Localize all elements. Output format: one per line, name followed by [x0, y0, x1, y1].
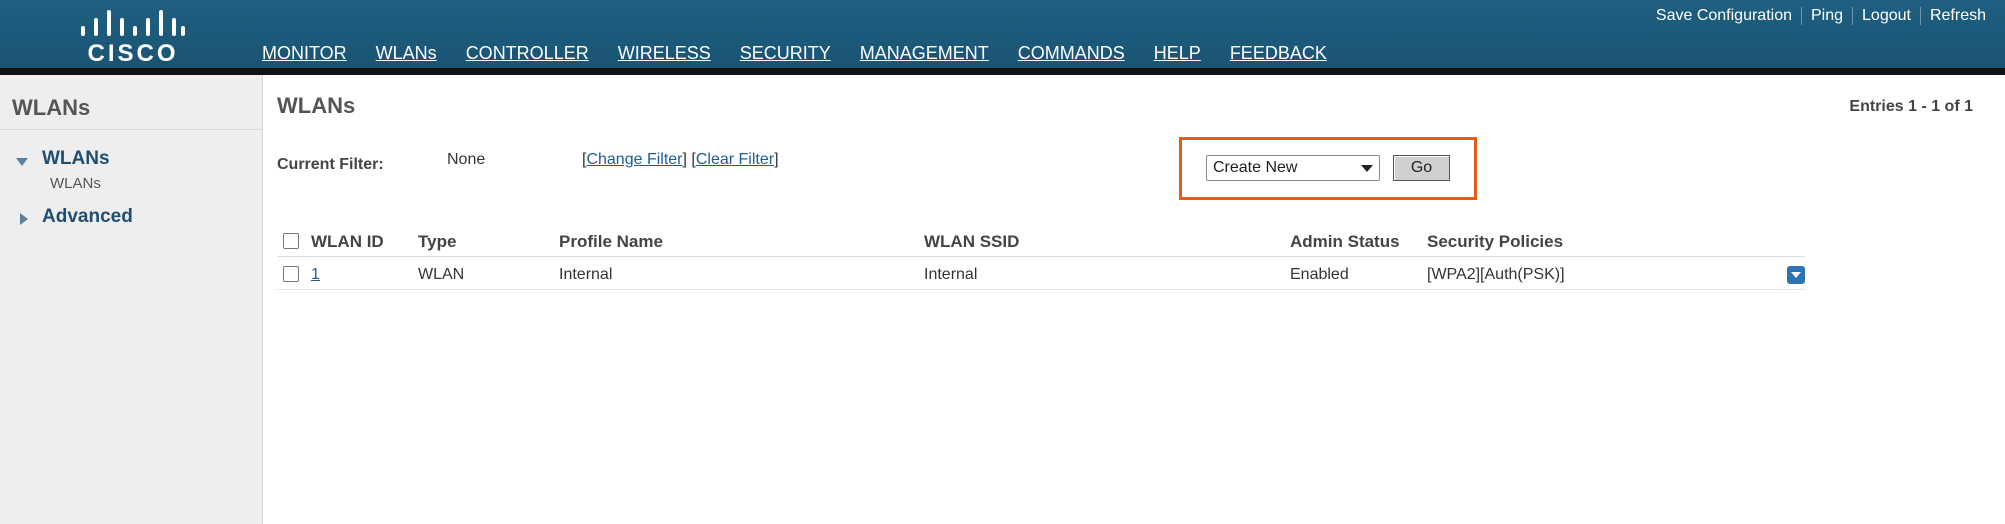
sidebar-subitem-wlans[interactable]: WLANs	[50, 175, 101, 192]
sidebar-item-wlans[interactable]: WLANs	[42, 148, 110, 170]
logout-link[interactable]: Logout	[1852, 7, 1920, 25]
table-cell-admin-status: Enabled	[1290, 266, 1349, 283]
header-divider	[0, 68, 2005, 75]
utility-links: Save Configuration Ping Logout Refresh	[1647, 5, 1995, 27]
table-cell-type: WLAN	[418, 266, 465, 283]
nav-monitor[interactable]: MONITOR	[262, 42, 347, 68]
select-all-checkbox[interactable]	[283, 233, 299, 249]
cisco-logo: CISCO	[78, 8, 188, 67]
nav-wireless[interactable]: WIRELESS	[618, 42, 711, 68]
column-header-wlan-ssid: WLAN SSID	[924, 232, 1020, 251]
sidebar-title: WLANs	[12, 95, 91, 120]
column-header-admin-status: Admin Status	[1290, 232, 1400, 251]
nav-wlans[interactable]: WLANs	[359, 42, 453, 75]
table-row-divider	[277, 289, 1805, 290]
nav-management[interactable]: MANAGEMENT	[860, 42, 989, 68]
entries-count: Entries 1 - 1 of 1	[1849, 98, 1973, 115]
action-select[interactable]: Create New	[1206, 155, 1380, 181]
column-header-security-policies: Security Policies	[1427, 232, 1564, 251]
nav-commands[interactable]: COMMANDS	[1018, 42, 1125, 68]
save-configuration-link[interactable]: Save Configuration	[1647, 7, 1801, 25]
page-title: WLANs	[277, 93, 356, 118]
top-header: CISCO Save Configuration Ping Logout Ref…	[0, 0, 2005, 75]
row-checkbox[interactable]	[283, 266, 299, 282]
nav-controller[interactable]: CONTROLLER	[466, 42, 589, 68]
wlan-id-link[interactable]: 1	[311, 266, 320, 283]
column-header-wlan-id: WLAN ID	[311, 232, 384, 251]
ping-link[interactable]: Ping	[1801, 7, 1852, 25]
column-header-profile-name: Profile Name	[559, 232, 663, 251]
table-cell-wlan-ssid: Internal	[924, 266, 978, 283]
nav-security[interactable]: SECURITY	[740, 42, 831, 68]
sidebar: WLANs WLANs WLANs Advanced	[0, 75, 263, 524]
chevron-down-icon	[1361, 165, 1373, 172]
go-button[interactable]: Go	[1393, 155, 1450, 181]
column-header-type: Type	[418, 232, 457, 251]
refresh-link[interactable]: Refresh	[1919, 7, 1995, 25]
nav-help[interactable]: HELP	[1154, 42, 1201, 68]
expanded-triangle-icon[interactable]	[16, 158, 28, 166]
cisco-logo-bars-icon	[81, 8, 185, 36]
row-dropdown-icon[interactable]	[1787, 266, 1805, 284]
collapsed-triangle-icon[interactable]	[20, 213, 28, 225]
sidebar-item-advanced[interactable]: Advanced	[42, 206, 133, 228]
nav-feedback[interactable]: FEEDBACK	[1230, 42, 1327, 68]
filter-links: [Change Filter] [Clear Filter]	[582, 151, 779, 168]
current-filter-value: None	[447, 151, 486, 168]
change-filter-link[interactable]: Change Filter	[586, 151, 682, 168]
sidebar-divider	[0, 129, 262, 130]
table-cell-profile-name: Internal	[559, 266, 613, 283]
table-cell-security-policies: [WPA2][Auth(PSK)]	[1427, 266, 1565, 283]
action-select-value: Create New	[1213, 159, 1298, 176]
current-filter-label: Current Filter:	[277, 156, 384, 173]
table-header-divider	[277, 256, 1805, 257]
cisco-logo-text: CISCO	[87, 40, 179, 67]
clear-filter-link[interactable]: Clear Filter	[696, 151, 774, 168]
table-cell-wlan-id: 1	[311, 266, 320, 284]
main-nav: MONITOR WLANs CONTROLLER WIRELESS SECURI…	[262, 42, 1356, 75]
